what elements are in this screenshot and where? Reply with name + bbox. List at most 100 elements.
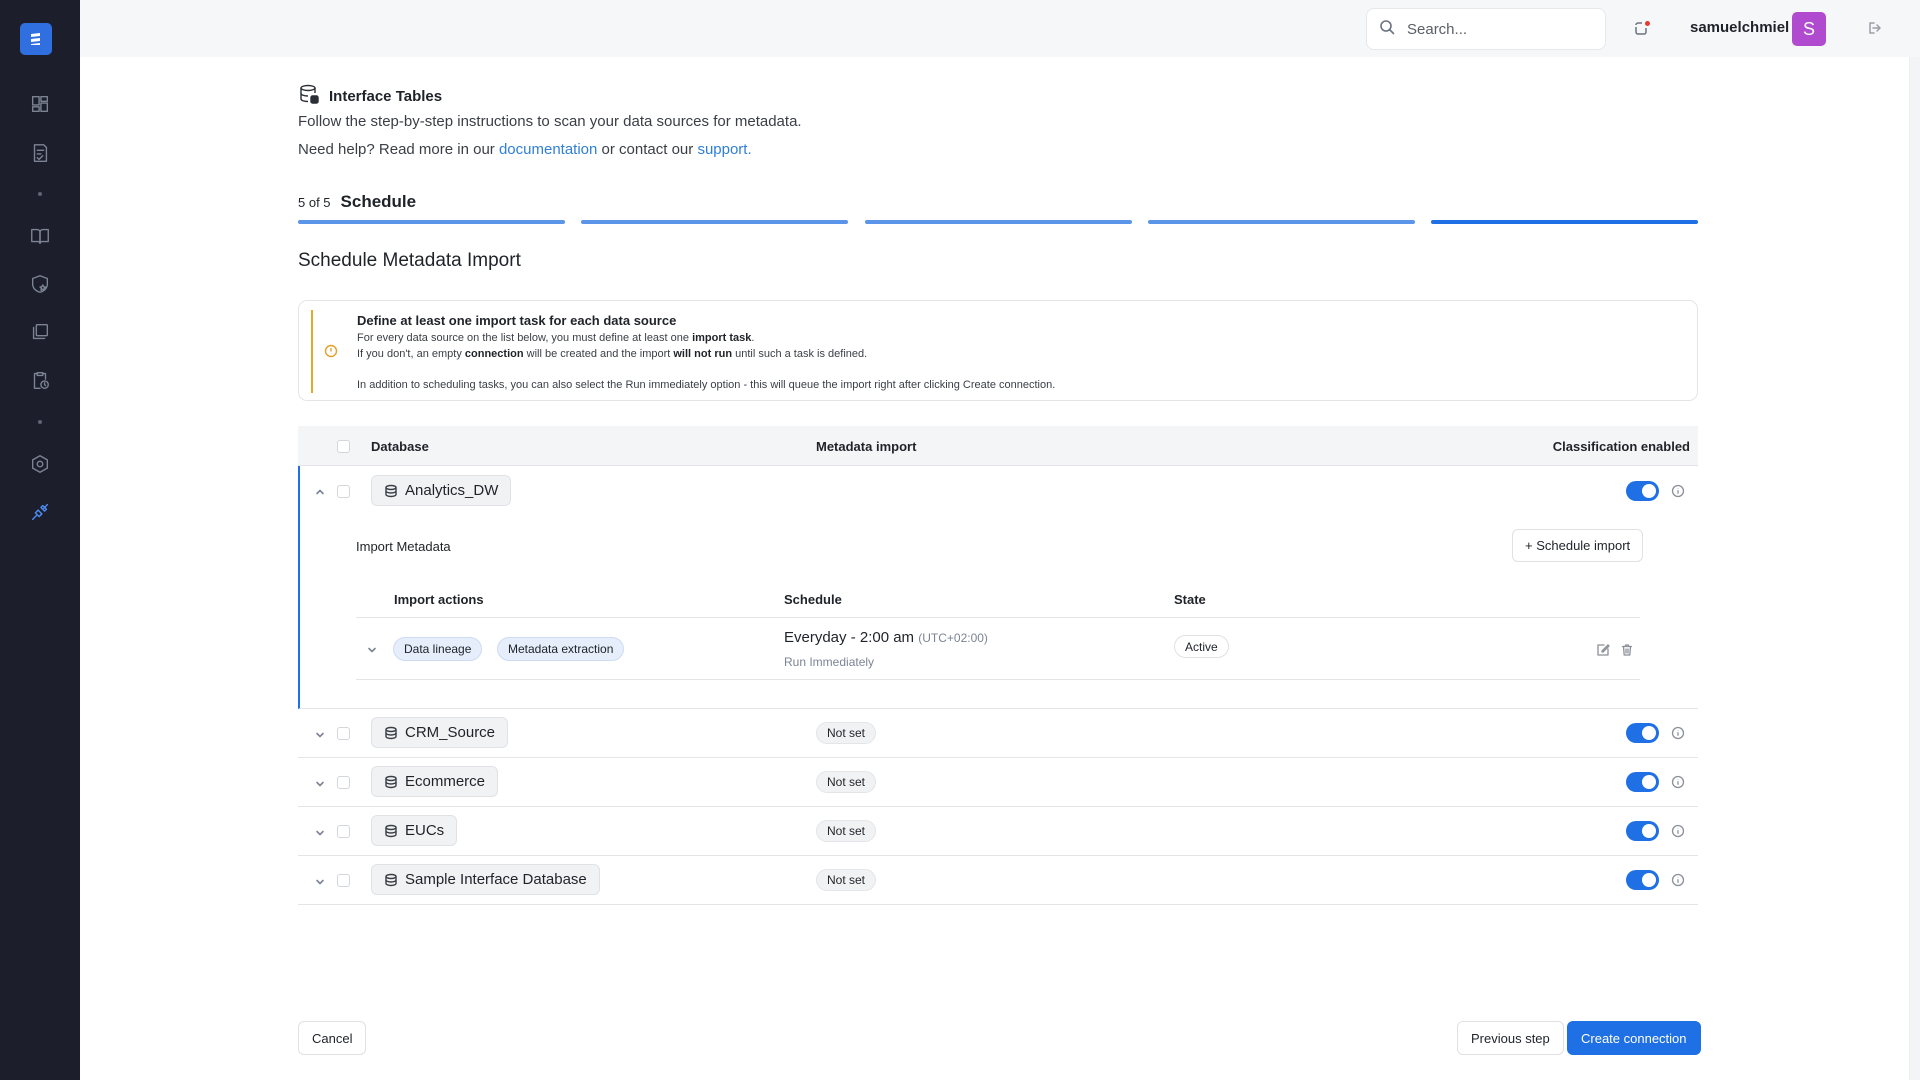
nav-separator-dot <box>38 420 42 424</box>
username[interactable]: samuelchmiel <box>1690 19 1789 36</box>
column-classification: Classification enabled <box>1552 439 1690 454</box>
metadata-import-status: Not set <box>816 820 877 842</box>
database-name: EUCs <box>405 822 445 839</box>
action-pill-metadata-extraction: Metadata extraction <box>497 637 625 661</box>
search-input[interactable] <box>1407 20 1587 38</box>
cancel-button[interactable]: Cancel <box>298 1021 367 1055</box>
notice-bold: import task <box>692 332 752 344</box>
chevron-down-icon[interactable] <box>314 728 326 740</box>
notice-bold: will not run <box>673 348 733 360</box>
table-row-expanded: Analytics_DW Import Metadata + Schedule … <box>298 466 1698 709</box>
notice-bold: connection <box>464 348 524 360</box>
logout-icon[interactable] <box>1867 20 1885 38</box>
search-box[interactable] <box>1366 8 1606 50</box>
dashboard-icon[interactable] <box>27 91 53 117</box>
info-icon[interactable] <box>1671 824 1685 838</box>
intro-text: Follow the step-by-step instructions to … <box>298 113 802 130</box>
notice-heading: Define at least one import task for each… <box>357 313 677 328</box>
classification-toggle[interactable] <box>1626 821 1659 841</box>
database-tag[interactable]: Ecommerce <box>371 766 499 797</box>
database-tag[interactable]: Analytics_DW <box>371 475 512 506</box>
schedule-import-button[interactable]: + Schedule import <box>1512 529 1644 562</box>
column-metadata-import: Metadata import <box>816 439 917 454</box>
info-icon[interactable] <box>1671 873 1685 887</box>
notice-line-1: For every data source on the list below,… <box>357 332 754 344</box>
database-tag[interactable]: CRM_Source <box>371 717 509 748</box>
info-icon[interactable] <box>1671 484 1685 498</box>
notice-text: . <box>751 332 755 344</box>
action-pill-data-lineage: Data lineage <box>393 637 483 661</box>
notice-line-3: In addition to scheduling tasks, you can… <box>357 379 1056 391</box>
stack-logo-icon[interactable] <box>20 23 52 55</box>
page-header: Interface Tables <box>298 83 442 110</box>
metadata-import-status: Not set <box>816 869 877 891</box>
classification-toggle[interactable] <box>1626 870 1659 890</box>
select-all-checkbox[interactable] <box>337 440 350 453</box>
schedule-value: Everyday - 2:00 am (UTC+02:00) <box>784 629 988 646</box>
edit-icon[interactable] <box>1596 643 1610 657</box>
chevron-down-icon[interactable] <box>366 643 378 655</box>
table-row: CRM_Source Not set <box>298 709 1698 758</box>
section-title: Schedule Metadata Import <box>298 250 521 271</box>
database-table: Database Metadata import Classification … <box>298 426 1698 905</box>
clipboard-clock-icon[interactable] <box>27 367 53 393</box>
help-text: Need help? Read more in our documentatio… <box>298 141 752 158</box>
settings-hexagon-icon[interactable] <box>27 451 53 477</box>
database-tag[interactable]: Sample Interface Database <box>371 864 600 895</box>
notice-text: until such a task is defined. <box>732 348 868 360</box>
database-icon <box>385 873 397 886</box>
progress-segment-1 <box>298 220 565 224</box>
page-scrollbar[interactable] <box>1909 57 1920 1080</box>
metadata-import-status: Not set <box>816 722 877 744</box>
layers-icon[interactable] <box>27 319 53 345</box>
notice-text: For every data source on the list below,… <box>357 332 693 344</box>
chevron-down-icon[interactable] <box>314 777 326 789</box>
database-stack-icon <box>298 83 320 110</box>
create-connection-button[interactable]: Create connection <box>1567 1021 1701 1055</box>
database-icon <box>385 726 397 739</box>
column-state: State <box>1174 592 1206 607</box>
checklist-icon[interactable] <box>27 140 53 166</box>
info-icon[interactable] <box>1671 775 1685 789</box>
table-row: Sample Interface Database Not set <box>298 856 1698 905</box>
warning-icon <box>324 344 338 358</box>
row-checkbox[interactable] <box>337 776 350 789</box>
documentation-link[interactable]: documentation <box>499 141 597 158</box>
classification-toggle[interactable] <box>1626 481 1659 501</box>
book-icon[interactable] <box>27 223 53 249</box>
row-checkbox[interactable] <box>337 727 350 740</box>
row-checkbox[interactable] <box>337 825 350 838</box>
database-name: Analytics_DW <box>405 482 499 499</box>
warning-notice: Define at least one import task for each… <box>298 300 1698 401</box>
import-task-row: Data lineage Metadata extraction Everyda… <box>356 618 1640 680</box>
support-link[interactable]: support. <box>697 141 751 158</box>
shield-star-icon[interactable] <box>27 271 53 297</box>
schedule-text: Everyday - 2:00 am <box>784 629 915 646</box>
avatar[interactable]: S <box>1792 12 1826 46</box>
help-prefix: Need help? Read more in our <box>298 141 499 158</box>
progress-segment-3 <box>864 220 1132 224</box>
column-schedule: Schedule <box>784 592 842 607</box>
chevron-up-icon[interactable] <box>314 485 326 497</box>
classification-toggle[interactable] <box>1626 723 1659 743</box>
database-tag[interactable]: EUCs <box>371 815 458 846</box>
trash-icon[interactable] <box>1620 643 1634 657</box>
table-row: EUCs Not set <box>298 807 1698 856</box>
table-row: Ecommerce Not set <box>298 758 1698 807</box>
chevron-down-icon[interactable] <box>314 875 326 887</box>
previous-step-button[interactable]: Previous step <box>1457 1021 1564 1055</box>
database-name: CRM_Source <box>405 724 496 741</box>
notification-icon[interactable] <box>1633 20 1651 38</box>
info-icon[interactable] <box>1671 726 1685 740</box>
column-database: Database <box>371 439 429 454</box>
row-checkbox[interactable] <box>337 485 350 498</box>
run-immediately-note: Run Immediately <box>784 655 875 669</box>
search-icon <box>1379 19 1395 40</box>
database-icon <box>385 484 397 497</box>
connection-plug-icon[interactable] <box>27 499 53 525</box>
row-checkbox[interactable] <box>337 874 350 887</box>
classification-toggle[interactable] <box>1626 772 1659 792</box>
column-import-actions: Import actions <box>394 592 484 607</box>
import-metadata-label: Import Metadata <box>356 539 451 554</box>
chevron-down-icon[interactable] <box>314 826 326 838</box>
